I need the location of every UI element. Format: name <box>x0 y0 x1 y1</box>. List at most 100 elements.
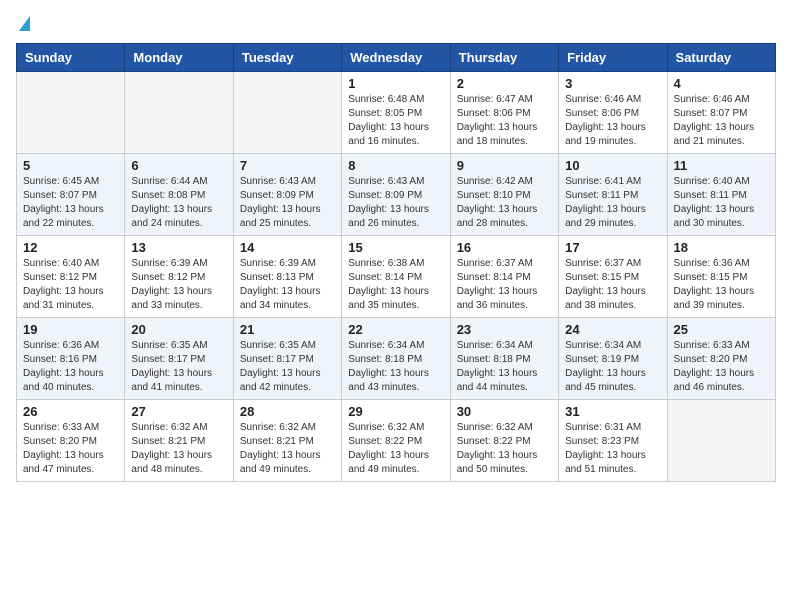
calendar-cell: 11 Sunrise: 6:40 AM Sunset: 8:11 PM Dayli… <box>667 154 775 236</box>
calendar-cell <box>17 72 125 154</box>
day-info: Sunrise: 6:36 AM Sunset: 8:15 PM Dayligh… <box>674 257 769 313</box>
day-number: 15 <box>348 240 443 255</box>
day-number: 12 <box>23 240 118 255</box>
day-info: Sunrise: 6:39 AM Sunset: 8:13 PM Dayligh… <box>240 257 335 313</box>
day-info: Sunrise: 6:37 AM Sunset: 8:15 PM Dayligh… <box>565 257 660 313</box>
day-info: Sunrise: 6:40 AM Sunset: 8:12 PM Dayligh… <box>23 257 118 313</box>
calendar-cell: 19Sunrise: 6:36 AM Sunset: 8:16 PM Dayli… <box>17 318 125 400</box>
calendar-cell: 22 Sunrise: 6:34 AM Sunset: 8:18 PM Dayli… <box>342 318 450 400</box>
calendar-cell: 27 Sunrise: 6:32 AM Sunset: 8:21 PM Dayli… <box>125 400 233 482</box>
day-info: Sunrise: 6:40 AM Sunset: 8:11 PM Dayligh… <box>674 175 769 231</box>
day-number: 5 <box>23 158 118 173</box>
calendar-cell: 30 Sunrise: 6:32 AM Sunset: 8:22 PM Dayli… <box>450 400 558 482</box>
day-number: 3 <box>565 76 660 91</box>
day-number: 10 <box>565 158 660 173</box>
calendar-cell: 2Sunrise: 6:47 AM Sunset: 8:06 PM Daylig… <box>450 72 558 154</box>
calendar-cell: 28 Sunrise: 6:32 AM Sunset: 8:21 PM Dayli… <box>233 400 341 482</box>
calendar-cell: 6 Sunrise: 6:44 AM Sunset: 8:08 PM Daylig… <box>125 154 233 236</box>
day-number: 22 <box>348 322 443 337</box>
calendar-cell: 4 Sunrise: 6:46 AM Sunset: 8:07 PM Daylig… <box>667 72 775 154</box>
weekday-header-thursday: Thursday <box>450 44 558 72</box>
day-number: 25 <box>674 322 769 337</box>
calendar-row-2: 5 Sunrise: 6:45 AM Sunset: 8:07 PM Daylig… <box>17 154 776 236</box>
day-number: 16 <box>457 240 552 255</box>
logo-triangle-icon <box>19 16 30 31</box>
day-info: Sunrise: 6:31 AM Sunset: 8:23 PM Dayligh… <box>565 421 660 477</box>
day-info: Sunrise: 6:38 AM Sunset: 8:14 PM Dayligh… <box>348 257 443 313</box>
day-number: 7 <box>240 158 335 173</box>
calendar-cell: 31 Sunrise: 6:31 AM Sunset: 8:23 PM Dayli… <box>559 400 667 482</box>
calendar-cell: 18 Sunrise: 6:36 AM Sunset: 8:15 PM Dayli… <box>667 236 775 318</box>
logo <box>16 16 30 33</box>
calendar-cell: 13 Sunrise: 6:39 AM Sunset: 8:12 PM Dayli… <box>125 236 233 318</box>
calendar-cell: 23Sunrise: 6:34 AM Sunset: 8:18 PM Dayli… <box>450 318 558 400</box>
day-info: Sunrise: 6:34 AM Sunset: 8:18 PM Dayligh… <box>457 339 552 395</box>
day-info: Sunrise: 6:32 AM Sunset: 8:22 PM Dayligh… <box>457 421 552 477</box>
calendar-cell: 25 Sunrise: 6:33 AM Sunset: 8:20 PM Dayli… <box>667 318 775 400</box>
calendar-cell: 9Sunrise: 6:42 AM Sunset: 8:10 PM Daylig… <box>450 154 558 236</box>
calendar-cell: 7 Sunrise: 6:43 AM Sunset: 8:09 PM Daylig… <box>233 154 341 236</box>
day-number: 13 <box>131 240 226 255</box>
day-info: Sunrise: 6:35 AM Sunset: 8:17 PM Dayligh… <box>240 339 335 395</box>
weekday-header-friday: Friday <box>559 44 667 72</box>
day-info: Sunrise: 6:39 AM Sunset: 8:12 PM Dayligh… <box>131 257 226 313</box>
calendar-cell: 5 Sunrise: 6:45 AM Sunset: 8:07 PM Daylig… <box>17 154 125 236</box>
calendar-cell: 14Sunrise: 6:39 AM Sunset: 8:13 PM Dayli… <box>233 236 341 318</box>
calendar-cell: 15 Sunrise: 6:38 AM Sunset: 8:14 PM Dayli… <box>342 236 450 318</box>
day-number: 19 <box>23 322 118 337</box>
day-info: Sunrise: 6:43 AM Sunset: 8:09 PM Dayligh… <box>348 175 443 231</box>
day-info: Sunrise: 6:32 AM Sunset: 8:21 PM Dayligh… <box>131 421 226 477</box>
calendar-cell <box>233 72 341 154</box>
day-info: Sunrise: 6:43 AM Sunset: 8:09 PM Dayligh… <box>240 175 335 231</box>
calendar-cell: 24 Sunrise: 6:34 AM Sunset: 8:19 PM Dayli… <box>559 318 667 400</box>
calendar-row-1: 1Sunrise: 6:48 AM Sunset: 8:05 PM Daylig… <box>17 72 776 154</box>
calendar-cell: 20 Sunrise: 6:35 AM Sunset: 8:17 PM Dayli… <box>125 318 233 400</box>
weekday-header-sunday: Sunday <box>17 44 125 72</box>
calendar-cell: 29 Sunrise: 6:32 AM Sunset: 8:22 PM Dayli… <box>342 400 450 482</box>
calendar-cell: 12 Sunrise: 6:40 AM Sunset: 8:12 PM Dayli… <box>17 236 125 318</box>
calendar-cell: 26 Sunrise: 6:33 AM Sunset: 8:20 PM Dayli… <box>17 400 125 482</box>
day-number: 20 <box>131 322 226 337</box>
day-number: 30 <box>457 404 552 419</box>
day-info: Sunrise: 6:34 AM Sunset: 8:18 PM Dayligh… <box>348 339 443 395</box>
day-number: 4 <box>674 76 769 91</box>
calendar-row-5: 26 Sunrise: 6:33 AM Sunset: 8:20 PM Dayli… <box>17 400 776 482</box>
calendar-row-4: 19Sunrise: 6:36 AM Sunset: 8:16 PM Dayli… <box>17 318 776 400</box>
day-number: 31 <box>565 404 660 419</box>
calendar-cell: 17Sunrise: 6:37 AM Sunset: 8:15 PM Dayli… <box>559 236 667 318</box>
day-number: 26 <box>23 404 118 419</box>
day-number: 29 <box>348 404 443 419</box>
day-number: 18 <box>674 240 769 255</box>
weekday-header-wednesday: Wednesday <box>342 44 450 72</box>
day-number: 1 <box>348 76 443 91</box>
calendar-cell <box>125 72 233 154</box>
day-number: 28 <box>240 404 335 419</box>
calendar-cell <box>667 400 775 482</box>
day-number: 24 <box>565 322 660 337</box>
weekday-header-saturday: Saturday <box>667 44 775 72</box>
day-number: 2 <box>457 76 552 91</box>
calendar-row-3: 12 Sunrise: 6:40 AM Sunset: 8:12 PM Dayli… <box>17 236 776 318</box>
day-number: 27 <box>131 404 226 419</box>
day-info: Sunrise: 6:45 AM Sunset: 8:07 PM Dayligh… <box>23 175 118 231</box>
page-header <box>16 16 776 33</box>
day-info: Sunrise: 6:46 AM Sunset: 8:07 PM Dayligh… <box>674 93 769 149</box>
day-info: Sunrise: 6:41 AM Sunset: 8:11 PM Dayligh… <box>565 175 660 231</box>
calendar-cell: 1Sunrise: 6:48 AM Sunset: 8:05 PM Daylig… <box>342 72 450 154</box>
day-info: Sunrise: 6:33 AM Sunset: 8:20 PM Dayligh… <box>23 421 118 477</box>
calendar-cell: 21 Sunrise: 6:35 AM Sunset: 8:17 PM Dayli… <box>233 318 341 400</box>
weekday-header-monday: Monday <box>125 44 233 72</box>
day-number: 6 <box>131 158 226 173</box>
calendar-table: SundayMondayTuesdayWednesdayThursdayFrid… <box>16 43 776 482</box>
day-info: Sunrise: 6:35 AM Sunset: 8:17 PM Dayligh… <box>131 339 226 395</box>
day-info: Sunrise: 6:34 AM Sunset: 8:19 PM Dayligh… <box>565 339 660 395</box>
day-number: 9 <box>457 158 552 173</box>
day-info: Sunrise: 6:44 AM Sunset: 8:08 PM Dayligh… <box>131 175 226 231</box>
day-number: 8 <box>348 158 443 173</box>
day-number: 21 <box>240 322 335 337</box>
day-info: Sunrise: 6:32 AM Sunset: 8:22 PM Dayligh… <box>348 421 443 477</box>
calendar-cell: 3Sunrise: 6:46 AM Sunset: 8:06 PM Daylig… <box>559 72 667 154</box>
day-info: Sunrise: 6:33 AM Sunset: 8:20 PM Dayligh… <box>674 339 769 395</box>
day-number: 11 <box>674 158 769 173</box>
day-info: Sunrise: 6:32 AM Sunset: 8:21 PM Dayligh… <box>240 421 335 477</box>
